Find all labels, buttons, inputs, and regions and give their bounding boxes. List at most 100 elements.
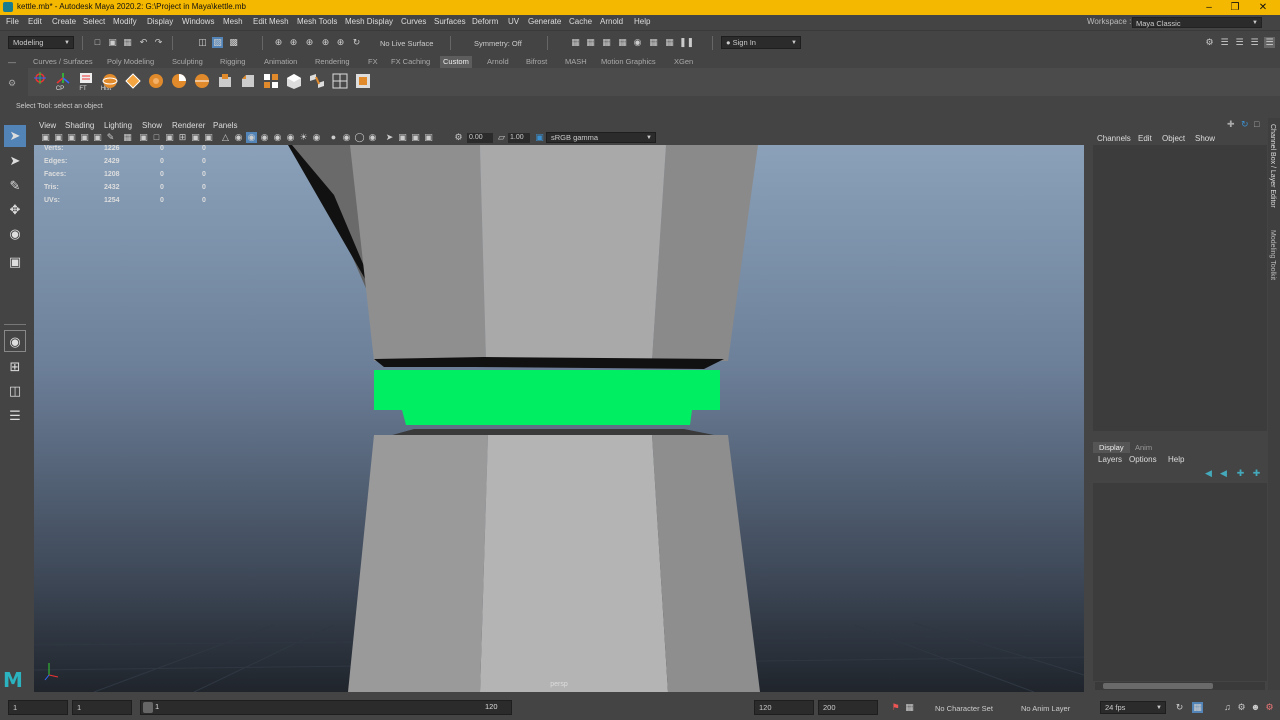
field-chart-icon[interactable]: ⊞ xyxy=(177,132,188,143)
2d-pan-zoom-icon[interactable]: ▣ xyxy=(92,132,103,143)
menu-arnold[interactable]: Arnold xyxy=(600,17,623,26)
depth-of-field-icon[interactable]: ◉ xyxy=(341,132,352,143)
shelf-tab-rendering[interactable]: Rendering xyxy=(312,56,353,68)
layer-menu-layers[interactable]: Layers xyxy=(1098,455,1122,464)
shelf-tab-custom[interactable]: Custom xyxy=(440,56,472,68)
animation-preferences-icon[interactable]: ⚙ xyxy=(1236,702,1247,713)
animation-settings-icon[interactable]: ⚙ xyxy=(1264,702,1275,713)
xray-active-icon[interactable]: ➤ xyxy=(384,132,395,143)
hypershade-icon[interactable]: ◉ xyxy=(632,37,643,48)
shelf-tool-2[interactable] xyxy=(123,71,143,91)
paint-select-tool-icon[interactable]: ✎ xyxy=(4,175,26,197)
menu-curves[interactable]: Curves xyxy=(401,17,426,26)
safe-action-icon[interactable]: ▣ xyxy=(190,132,201,143)
textured-icon[interactable]: ◉ xyxy=(259,132,270,143)
menu-edit[interactable]: Edit xyxy=(28,17,42,26)
render-sequence-icon[interactable]: ▦ xyxy=(585,37,596,48)
single-pane-layout-icon[interactable]: ◉ xyxy=(4,330,26,352)
playblast-icon[interactable]: ▦ xyxy=(664,37,675,48)
character-set-select[interactable]: No Character Set xyxy=(935,704,993,713)
playback-start-field[interactable]: 1 xyxy=(72,700,132,715)
menu-select[interactable]: Select xyxy=(83,17,105,26)
shelf-tool-9[interactable] xyxy=(284,71,304,91)
range-slider-handle[interactable] xyxy=(143,702,153,713)
render-settings-icon[interactable]: ▦ xyxy=(617,37,628,48)
outliner-layout-icon[interactable]: ☰ xyxy=(4,405,26,427)
xray-joints-icon[interactable]: ▣ xyxy=(397,132,408,143)
menu-surfaces[interactable]: Surfaces xyxy=(434,17,466,26)
menu-mesh[interactable]: Mesh xyxy=(223,17,243,26)
menu-file[interactable]: File xyxy=(6,17,19,26)
shelf-tab-sculpting[interactable]: Sculpting xyxy=(169,56,206,68)
make-live-icon[interactable]: ↻ xyxy=(351,37,362,48)
channel-box-menu-show[interactable]: Show xyxy=(1195,134,1215,143)
panel-pin-icon[interactable]: ✚ xyxy=(1227,119,1235,130)
menu-mesh-display[interactable]: Mesh Display xyxy=(345,17,393,26)
kettle-upper-mesh[interactable] xyxy=(280,145,758,361)
shelf-tool-5[interactable] xyxy=(192,71,212,91)
shelf-tool-3[interactable] xyxy=(146,71,166,91)
close-icon[interactable]: ✕ xyxy=(1250,1,1276,14)
shelf-tool-4[interactable] xyxy=(169,71,189,91)
shelf-tab-poly-modeling[interactable]: Poly Modeling xyxy=(104,56,157,68)
panel-float-icon[interactable]: □ xyxy=(1254,119,1259,129)
wireframe-icon[interactable]: △ xyxy=(220,132,231,143)
menu-modify[interactable]: Modify xyxy=(113,17,137,26)
ipr-render-icon[interactable]: ▦ xyxy=(601,37,612,48)
menu-deform[interactable]: Deform xyxy=(472,17,498,26)
move-layer-up-icon[interactable]: ◀ xyxy=(1203,468,1214,479)
isolate-select-icon[interactable]: ◯ xyxy=(354,132,365,143)
viewport-menu-show[interactable]: Show xyxy=(142,121,162,130)
channel-box-menu-channels[interactable]: Channels xyxy=(1097,134,1131,143)
ambient-occlusion-icon[interactable]: ☀ xyxy=(298,132,309,143)
layer-tab-display[interactable]: Display xyxy=(1093,442,1130,453)
shelf-tab-bifrost[interactable]: Bifrost xyxy=(523,56,550,68)
cache-playback-icon[interactable]: ▦ xyxy=(1192,702,1203,713)
layer-menu-options[interactable]: Options xyxy=(1129,455,1157,464)
attribute-editor-icon[interactable]: ☰ xyxy=(1219,37,1230,48)
shelf-tab-curves-surfaces[interactable]: Curves / Surfaces xyxy=(30,56,96,68)
arnold-render-view-icon[interactable]: ▦ xyxy=(648,37,659,48)
shelf-tool-8[interactable] xyxy=(261,71,281,91)
multisample-icon[interactable]: ● xyxy=(328,132,339,143)
shelf-tool-12[interactable] xyxy=(353,71,373,91)
shelf-tab-mash[interactable]: MASH xyxy=(562,56,590,68)
select-tool-icon[interactable]: ➤ xyxy=(4,125,26,147)
wireframe-on-shaded-icon[interactable]: ◉ xyxy=(246,132,257,143)
delete-history-button[interactable]: Hist xyxy=(76,71,111,92)
xray-icon[interactable]: ◉ xyxy=(367,132,378,143)
render-current-frame-icon[interactable]: ▦ xyxy=(570,37,581,48)
channel-box-menu-object[interactable]: Object xyxy=(1162,134,1185,143)
film-gate-icon[interactable]: ▣ xyxy=(138,132,149,143)
layer-scrollbar[interactable] xyxy=(1095,682,1265,690)
symmetry-label[interactable]: Symmetry: Off xyxy=(474,39,522,48)
scale-tool-icon[interactable]: ▣ xyxy=(4,251,26,273)
menu-create[interactable]: Create xyxy=(52,17,76,26)
grid-toggle-icon[interactable]: ▦ xyxy=(122,132,133,143)
shelf-tab-animation[interactable]: Animation xyxy=(261,56,300,68)
camera-attributes-icon[interactable]: ▣ xyxy=(53,132,64,143)
viewport-menu-view[interactable]: View xyxy=(39,121,56,130)
new-scene-icon[interactable]: □ xyxy=(92,37,103,48)
center-pivot-button[interactable]: CP xyxy=(30,71,64,92)
snap-curve-icon[interactable]: ⊕ xyxy=(288,37,299,48)
character-icon[interactable]: ☻ xyxy=(1250,702,1261,713)
side-tab-modeling-toolkit[interactable]: Modeling Toolkit xyxy=(1269,230,1276,280)
move-tool-icon[interactable]: ✥ xyxy=(4,199,26,221)
channel-box-icon[interactable]: ☰ xyxy=(1249,37,1260,48)
viewport-menu-renderer[interactable]: Renderer xyxy=(172,121,205,130)
menu-edit-mesh[interactable]: Edit Mesh xyxy=(253,17,289,26)
sign-in-select[interactable]: ● Sign In ▼ xyxy=(721,36,801,49)
modeling-toolkit-icon[interactable]: ⚙ xyxy=(1204,37,1215,48)
save-scene-icon[interactable]: ▦ xyxy=(122,37,133,48)
color-management-icon[interactable]: ▣ xyxy=(534,132,545,143)
menuset-select[interactable]: Modeling ▼ xyxy=(8,36,74,49)
gamma-field[interactable]: 1.00 xyxy=(508,133,530,143)
shadows-icon[interactable]: ◉ xyxy=(285,132,296,143)
viewport-menu-lighting[interactable]: Lighting xyxy=(104,121,132,130)
bookmarks-icon[interactable]: ▣ xyxy=(66,132,77,143)
menu-uv[interactable]: UV xyxy=(508,17,519,26)
kettle-lower-mesh[interactable] xyxy=(348,435,760,692)
layer-editor-icon[interactable]: ☰ xyxy=(1264,37,1275,48)
lasso-tool-icon[interactable]: ➤ xyxy=(4,150,26,172)
